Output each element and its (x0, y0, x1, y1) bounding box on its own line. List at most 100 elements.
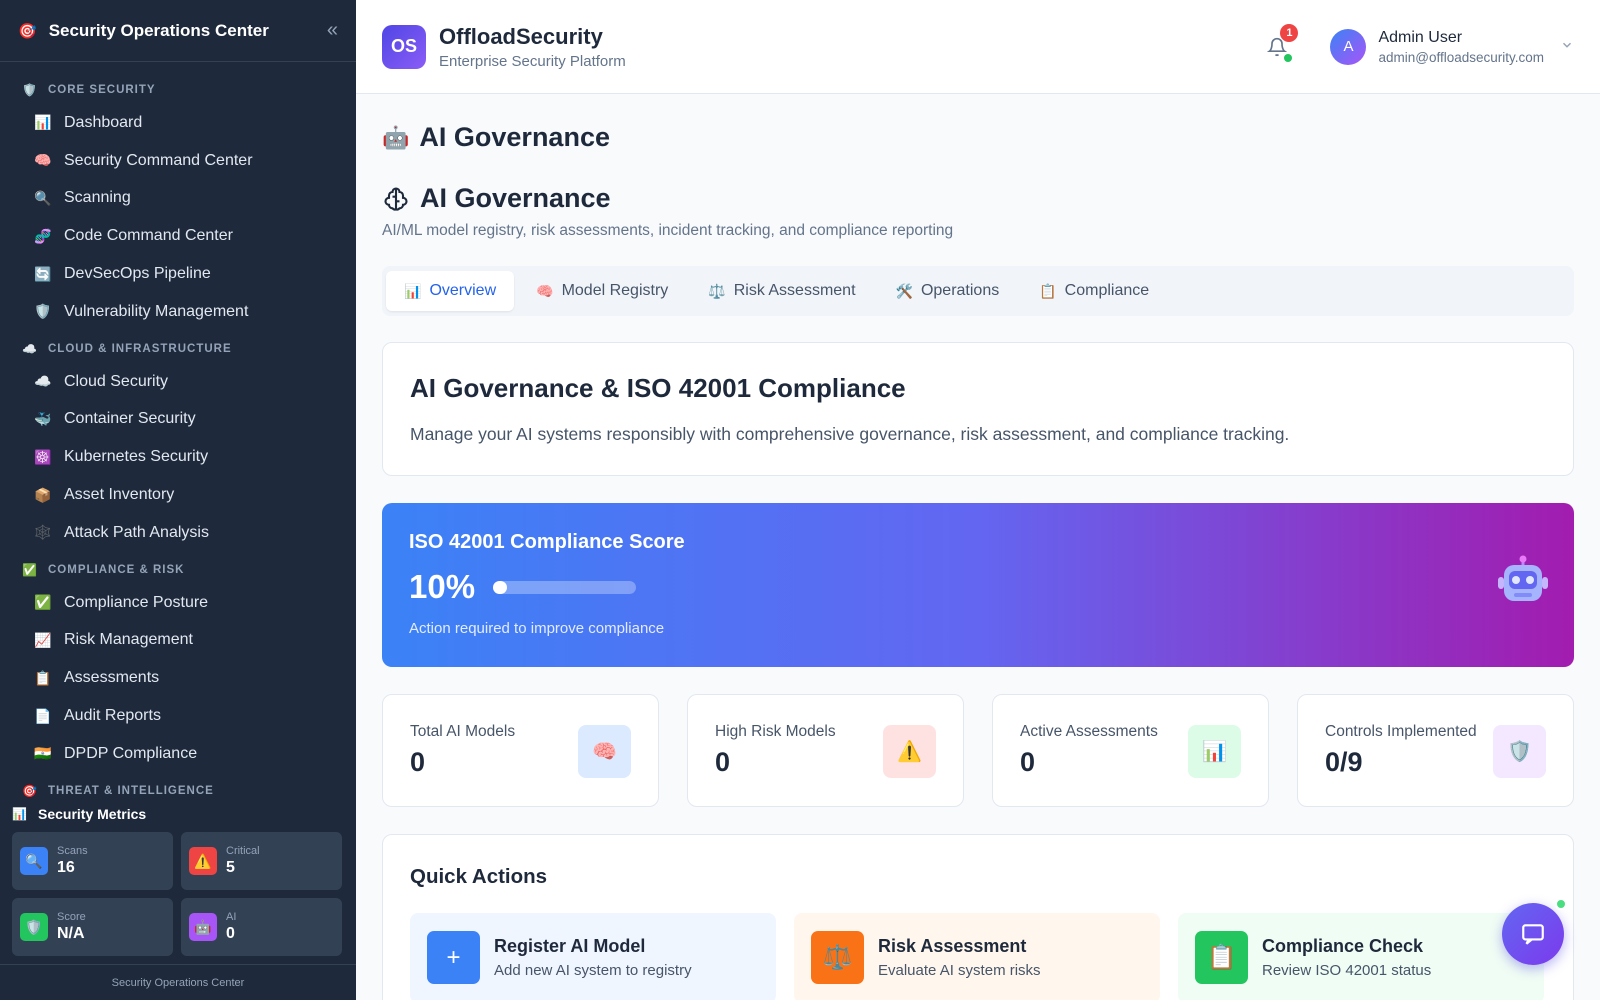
quick-action-title: Register AI Model (494, 936, 646, 956)
sidebar-item-cloud-security[interactable]: ☁️ Cloud Security (0, 363, 356, 401)
sidebar-item-kubernetes-security[interactable]: ☸️ Kubernetes Security (0, 438, 356, 476)
metric-card-score[interactable]: 🛡️ Score N/A (12, 898, 173, 956)
critical-metric-icon: ⚠️ (189, 847, 217, 875)
sidebar-item-label: Security Command Center (64, 151, 253, 169)
collapse-sidebar-icon[interactable]: « (327, 19, 338, 42)
sidebar-item-label: DevSecOps Pipeline (64, 265, 211, 283)
assessments-icon: 📋 (34, 669, 52, 686)
brand: OffloadSecurity Enterprise Security Plat… (439, 24, 626, 70)
security-metrics-header: 📊 Security Metrics (12, 800, 344, 828)
quick-action-text: Register AI Model Add new AI system to re… (494, 931, 692, 979)
vulnerability-management-icon: 🛡️ (34, 303, 52, 320)
operations-tab-icon: 🛠️ (895, 282, 913, 299)
quick-action-desc: Review ISO 42001 status (1262, 962, 1432, 979)
brand-logo[interactable]: OS (382, 24, 426, 69)
metric-value: 16 (57, 859, 75, 876)
user-name: Admin User (1378, 28, 1463, 46)
quick-actions-grid: + Register AI Model Add new AI system to r… (410, 913, 1546, 1000)
sidebar-item-assessments[interactable]: 📋 Assessments (0, 659, 356, 697)
tab-operations[interactable]: 🛠️ Operations (878, 271, 1018, 311)
tab-overview[interactable]: 📊 Overview (386, 271, 515, 311)
compliance-score-card: ISO 42001 Compliance Score 10% Action re… (382, 503, 1574, 667)
sidebar-item-vulnerability-management[interactable]: 🛡️ Vulnerability Management (0, 293, 356, 331)
sidebar-item-dashboard[interactable]: 📊 Dashboard (0, 104, 356, 142)
tab-model-registry[interactable]: 🧠 Model Registry (518, 271, 686, 311)
notification-badge: 1 (1280, 23, 1299, 42)
sidebar-header: 🎯 Security Operations Center « (0, 0, 356, 62)
metric-label: Critical (226, 845, 260, 857)
active-assessments-icon: 📊 (1188, 725, 1241, 778)
section-icon: ✅ (22, 562, 37, 577)
intro-card: AI Governance & ISO 42001 Compliance Man… (382, 342, 1574, 476)
quick-action-desc: Add new AI system to registry (494, 962, 692, 979)
score-metric-icon: 🛡️ (20, 913, 48, 941)
sidebar-item-label: Compliance Posture (64, 593, 209, 611)
page-title: 🤖 AI Governance (382, 122, 1574, 153)
tab-bar: 📊 Overview 🧠 Model Registry ⚖️ Risk Assessmen… (382, 266, 1574, 316)
metric-text: Score N/A (57, 911, 86, 943)
chat-online-dot (1555, 898, 1567, 910)
sidebar-item-label: Cloud Security (64, 372, 169, 390)
user-info[interactable]: Admin User admin@offloadsecurity.com (1378, 29, 1544, 65)
sidebar-item-code-command-center[interactable]: 🧬 Code Command Center (0, 217, 356, 255)
container-security-icon: 🐳 (34, 410, 52, 427)
main-content: 🤖 AI Governance AI Governance AI/ML mode… (382, 94, 1574, 1000)
compliance-posture-icon: ✅ (34, 594, 52, 611)
scans-metric-icon: 🔍 (20, 847, 48, 875)
sidebar-item-label: Kubernetes Security (64, 448, 209, 466)
metric-card-ai[interactable]: 🤖 AI 0 (181, 898, 342, 956)
user-email: admin@offloadsecurity.com (1378, 49, 1544, 65)
target-icon: 🎯 (18, 22, 37, 40)
tab-label: Risk Assessment (733, 282, 856, 299)
section-icon: 🎯 (22, 783, 37, 798)
security-metrics-title: Security Metrics (38, 806, 147, 822)
page-title-text: AI Governance (419, 122, 610, 152)
sidebar-section-header: ☁️ CLOUD & INFRASTRUCTURE (0, 335, 356, 363)
chevron-down-icon[interactable] (1560, 38, 1574, 55)
sidebar-title: Security Operations Center (48, 20, 269, 40)
metric-label: Score (57, 911, 86, 923)
metric-card-critical[interactable]: ⚠️ Critical 5 (181, 832, 342, 890)
sidebar-item-compliance-posture[interactable]: ✅ Compliance Posture (0, 584, 356, 622)
quick-action-title: Risk Assessment (878, 936, 1027, 956)
metric-value: N/A (57, 925, 85, 942)
asset-inventory-icon: 📦 (34, 486, 52, 503)
sidebar-item-audit-reports[interactable]: 📄 Audit Reports (0, 697, 356, 735)
sidebar-item-container-security[interactable]: 🐳 Container Security (0, 401, 356, 439)
tab-compliance[interactable]: 📋 Compliance (1021, 271, 1167, 311)
sidebar-item-label: Asset Inventory (64, 486, 175, 504)
score-row: 10% (409, 568, 1547, 606)
sidebar-item-attack-path-analysis[interactable]: 🕸️ Attack Path Analysis (0, 514, 356, 552)
sidebar-item-security-command-center[interactable]: 🧠 Security Command Center (0, 142, 356, 180)
sidebar-item-risk-management[interactable]: 📈 Risk Management (0, 622, 356, 660)
risk-assessment-icon: ⚖️ (811, 931, 864, 984)
sidebar-item-devsecops-pipeline[interactable]: 🔄 DevSecOps Pipeline (0, 255, 356, 293)
user-area: 1 A Admin User admin@offloadsecurity.com (1262, 23, 1574, 65)
tab-risk-assessment[interactable]: ⚖️ Risk Assessment (690, 271, 873, 311)
risk-management-icon: 📈 (34, 631, 52, 648)
sidebar-item-scanning[interactable]: 🔍 Scanning (0, 180, 356, 218)
sidebar-item-asset-inventory[interactable]: 📦 Asset Inventory (0, 476, 356, 514)
sidebar-item-label: Container Security (64, 410, 196, 428)
risk-assessment-tab-icon: ⚖️ (708, 282, 726, 299)
dashboard-icon: 📊 (34, 114, 52, 131)
sidebar-item-label: Scanning (64, 189, 131, 207)
tab-label: Overview (429, 282, 497, 299)
controls-implemented-icon: 🛡️ (1493, 725, 1546, 778)
quick-action-risk-assessment[interactable]: ⚖️ Risk Assessment Evaluate AI system risk… (794, 913, 1160, 1000)
sidebar: 🎯 Security Operations Center « 🛡️ CORE SE… (0, 0, 356, 1000)
metric-card-scans[interactable]: 🔍 Scans 16 (12, 832, 173, 890)
sidebar-footer: Security Operations Center (0, 964, 356, 1000)
sidebar-item-dpdp-compliance[interactable]: 🇮🇳 DPDP Compliance (0, 735, 356, 773)
robot-icon (1498, 555, 1548, 601)
avatar[interactable]: A (1330, 28, 1367, 65)
quick-action-register-ai-model[interactable]: + Register AI Model Add new AI system to r… (410, 913, 776, 1000)
overview-tab-icon: 📊 (404, 282, 422, 299)
metric-text: AI 0 (226, 911, 236, 943)
scanning-icon: 🔍 (34, 189, 52, 206)
notifications-button[interactable]: 1 (1262, 23, 1299, 62)
quick-action-compliance-check[interactable]: 📋 Compliance Check Review ISO 42001 status (1178, 913, 1544, 1000)
chat-button[interactable] (1502, 903, 1564, 965)
section-label: COMPLIANCE & RISK (48, 563, 185, 576)
devsecops-pipeline-icon: 🔄 (34, 265, 52, 282)
